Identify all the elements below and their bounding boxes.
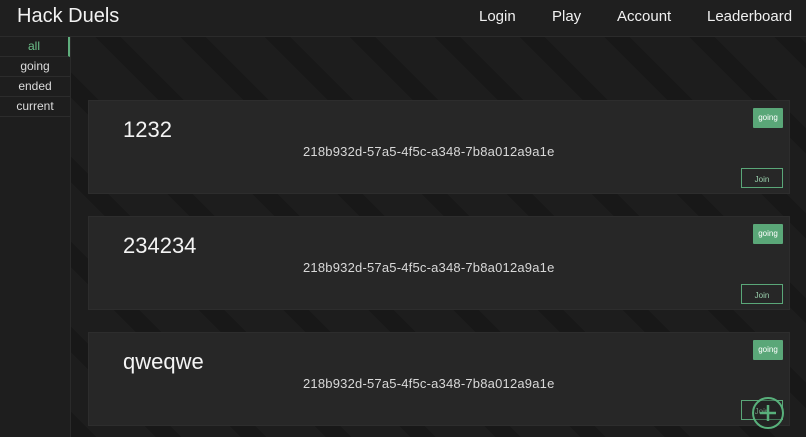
nav-leaderboard[interactable]: Leaderboard <box>707 8 792 25</box>
duel-card: qweqwe 218b932d-57a5-4f5c-a348-7b8a012a9… <box>88 332 790 426</box>
nav-play[interactable]: Play <box>552 8 581 25</box>
duel-name: 234234 <box>123 233 197 258</box>
status-badge: going <box>753 108 783 128</box>
duel-id: 218b932d-57a5-4f5c-a348-7b8a012a9a1e <box>303 144 555 159</box>
join-button[interactable]: Join <box>741 284 783 304</box>
filter-all[interactable]: all <box>0 37 70 57</box>
filter-sidebar: all going ended current <box>0 37 71 437</box>
duel-card: 234234 218b932d-57a5-4f5c-a348-7b8a012a9… <box>88 216 790 310</box>
plus-icon <box>760 405 776 421</box>
duel-id: 218b932d-57a5-4f5c-a348-7b8a012a9a1e <box>303 376 555 391</box>
filter-current[interactable]: current <box>0 97 70 117</box>
nav-account[interactable]: Account <box>617 8 671 25</box>
filter-going[interactable]: going <box>0 57 70 77</box>
join-button[interactable]: Join <box>741 168 783 188</box>
top-navbar: Hack Duels Login Play Account Leaderboar… <box>0 0 806 37</box>
status-badge: going <box>753 224 783 244</box>
duel-card: 1232 218b932d-57a5-4f5c-a348-7b8a012a9a1… <box>88 100 790 194</box>
nav-login[interactable]: Login <box>479 8 516 25</box>
status-badge: going <box>753 340 783 360</box>
filter-ended[interactable]: ended <box>0 77 70 97</box>
duel-name: 1232 <box>123 117 172 142</box>
duel-name: qweqwe <box>123 349 204 374</box>
app-title[interactable]: Hack Duels <box>17 5 119 28</box>
create-duel-button[interactable] <box>752 397 784 429</box>
duel-list: 1232 218b932d-57a5-4f5c-a348-7b8a012a9a1… <box>71 37 806 437</box>
duel-id: 218b932d-57a5-4f5c-a348-7b8a012a9a1e <box>303 260 555 275</box>
